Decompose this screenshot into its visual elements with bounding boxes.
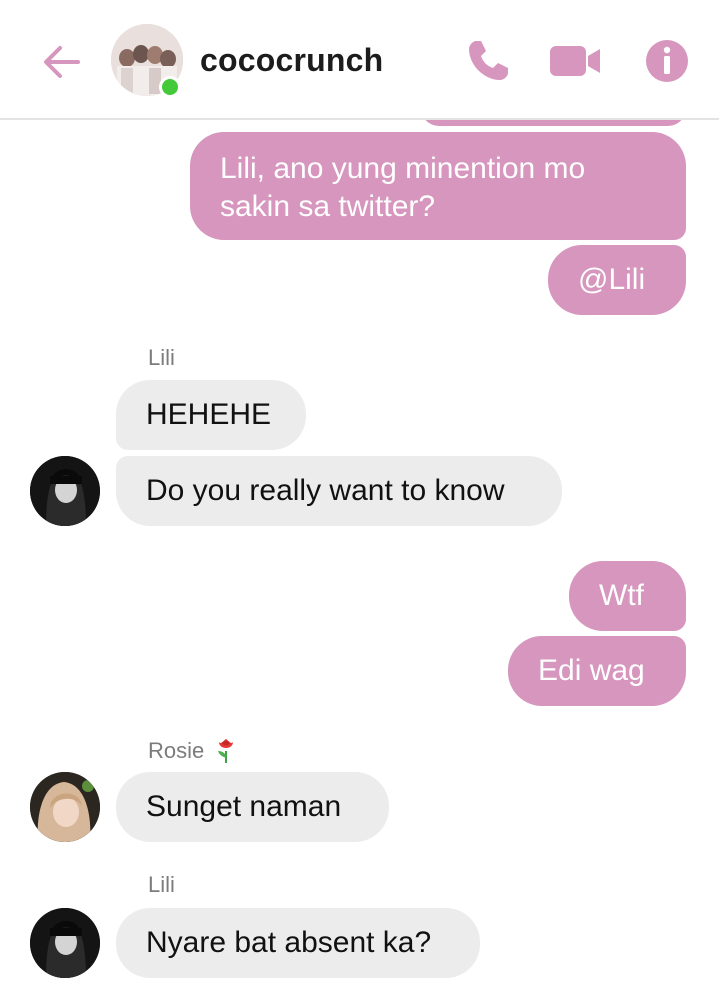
online-status-indicator [159,76,181,98]
message-text: Wtf [599,579,644,612]
outgoing-message-bubble[interactable]: Wtf [569,561,686,631]
avatar-lili[interactable] [30,908,100,978]
incoming-message-bubble[interactable]: Nyare bat absent ka? [116,908,480,978]
sender-name-lili: Lili [148,345,175,370]
chat-title[interactable]: cococrunch [200,42,383,79]
back-button[interactable] [38,38,86,86]
back-arrow-icon [44,46,80,78]
profile-photo [30,908,100,978]
message-text: HEHEHE [146,398,272,431]
outgoing-message-bubble[interactable]: Edi wag [508,636,686,706]
message-text: Edi wag [538,654,645,687]
avatar-rosie[interactable] [30,772,100,842]
info-icon [646,40,688,82]
profile-photo [30,772,100,842]
profile-photo [30,456,100,526]
outgoing-message-bubble[interactable]: Lili, ano yung minention mo sakin sa twi… [190,132,686,240]
video-call-button[interactable] [548,37,600,85]
message-text: @Lili [578,263,646,296]
message-text-line: Lili, ano yung minention mo [220,152,586,185]
video-camera-icon [550,46,600,76]
incoming-message-bubble[interactable]: Do you really want to know [116,456,562,526]
outgoing-message-bubble[interactable]: @Lili [548,245,686,315]
avatar-lili[interactable] [30,456,100,526]
info-button[interactable] [643,37,691,85]
phone-icon [469,41,508,80]
chat-header: cococrunch [0,0,719,120]
rose-icon [218,739,234,763]
message-text: Nyare bat absent ka? [146,926,432,959]
sender-name-text: Rosie [148,738,205,763]
message-text-line: sakin sa twitter? [220,190,436,223]
incoming-message-bubble[interactable]: HEHEHE [116,380,306,450]
incoming-message-bubble[interactable]: Sunget naman [116,772,389,842]
message-text: Sunget naman [146,790,342,823]
sender-name-rosie: Rosie [148,736,238,764]
sender-name-lili: Lili [148,872,175,897]
call-button[interactable] [464,37,512,85]
message-text: Do you really want to know [146,474,505,507]
